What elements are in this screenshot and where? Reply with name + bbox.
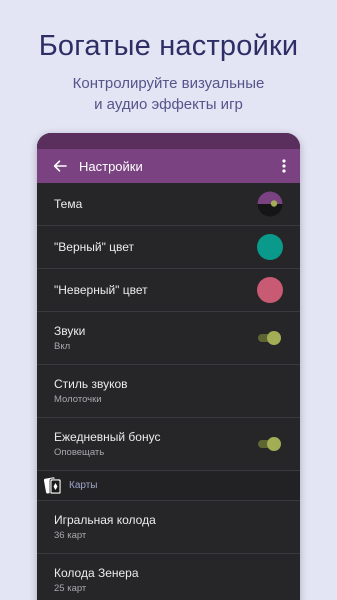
- setting-zener-deck[interactable]: Колода Зенера 25 карт: [37, 554, 300, 600]
- setting-title: Тема: [54, 197, 83, 211]
- phone-screen: Настройки Тема "Верный" цвет "Неверный" …: [37, 133, 300, 600]
- daily-bonus-toggle[interactable]: [258, 437, 281, 451]
- back-button[interactable]: [50, 156, 70, 176]
- setting-value: Вкл: [54, 341, 71, 352]
- sounds-toggle[interactable]: [258, 331, 281, 345]
- setting-sound-style[interactable]: Стиль звуков Молоточки: [37, 365, 300, 418]
- playing-cards-icon: [44, 477, 62, 495]
- setting-title: Колода Зенера: [54, 566, 139, 580]
- right-color-swatch: [257, 234, 283, 260]
- setting-title: Ежедневный бонус: [54, 430, 161, 444]
- setting-theme[interactable]: Тема: [37, 183, 300, 226]
- section-header-cards: Карты: [37, 471, 300, 501]
- wrong-color-swatch: [257, 277, 283, 303]
- app-bar: Настройки: [37, 149, 300, 183]
- settings-list: Тема "Верный" цвет "Неверный" цвет Звуки…: [37, 183, 300, 600]
- toggle-knob: [267, 437, 281, 451]
- setting-sounds[interactable]: Звуки Вкл: [37, 312, 300, 365]
- promo-headline: Богатые настройки: [38, 30, 299, 62]
- theme-preview-icon: [257, 191, 283, 217]
- setting-title: Звуки: [54, 324, 86, 338]
- setting-title: "Неверный" цвет: [54, 283, 148, 297]
- setting-daily-bonus[interactable]: Ежедневный бонус Оповещать: [37, 418, 300, 471]
- arrow-left-icon: [53, 160, 67, 172]
- setting-value: Оповещать: [54, 447, 105, 458]
- setting-value: 25 карт: [54, 583, 87, 594]
- overflow-menu-button[interactable]: [278, 157, 290, 175]
- promo-subline-1: Контролируйте визуальные: [72, 75, 265, 92]
- promo-screen: Богатые настройки Контролируйте визуальн…: [0, 0, 337, 600]
- promo-subline-2: и аудио эффекты игр: [94, 96, 243, 113]
- setting-value: 36 карт: [54, 530, 87, 541]
- status-bar: [37, 133, 300, 149]
- setting-wrong-color[interactable]: "Неверный" цвет: [37, 269, 300, 312]
- setting-title: "Верный" цвет: [54, 240, 135, 254]
- setting-playing-deck[interactable]: Игральная колода 36 карт: [37, 501, 300, 554]
- page-title: Настройки: [79, 158, 143, 174]
- setting-title: Игральная колода: [54, 513, 156, 527]
- toggle-knob: [267, 331, 281, 345]
- setting-title: Стиль звуков: [54, 377, 128, 391]
- setting-value: Молоточки: [54, 394, 102, 405]
- more-vertical-icon: [282, 159, 286, 173]
- section-label: Карты: [69, 480, 98, 491]
- setting-right-color[interactable]: "Верный" цвет: [37, 226, 300, 269]
